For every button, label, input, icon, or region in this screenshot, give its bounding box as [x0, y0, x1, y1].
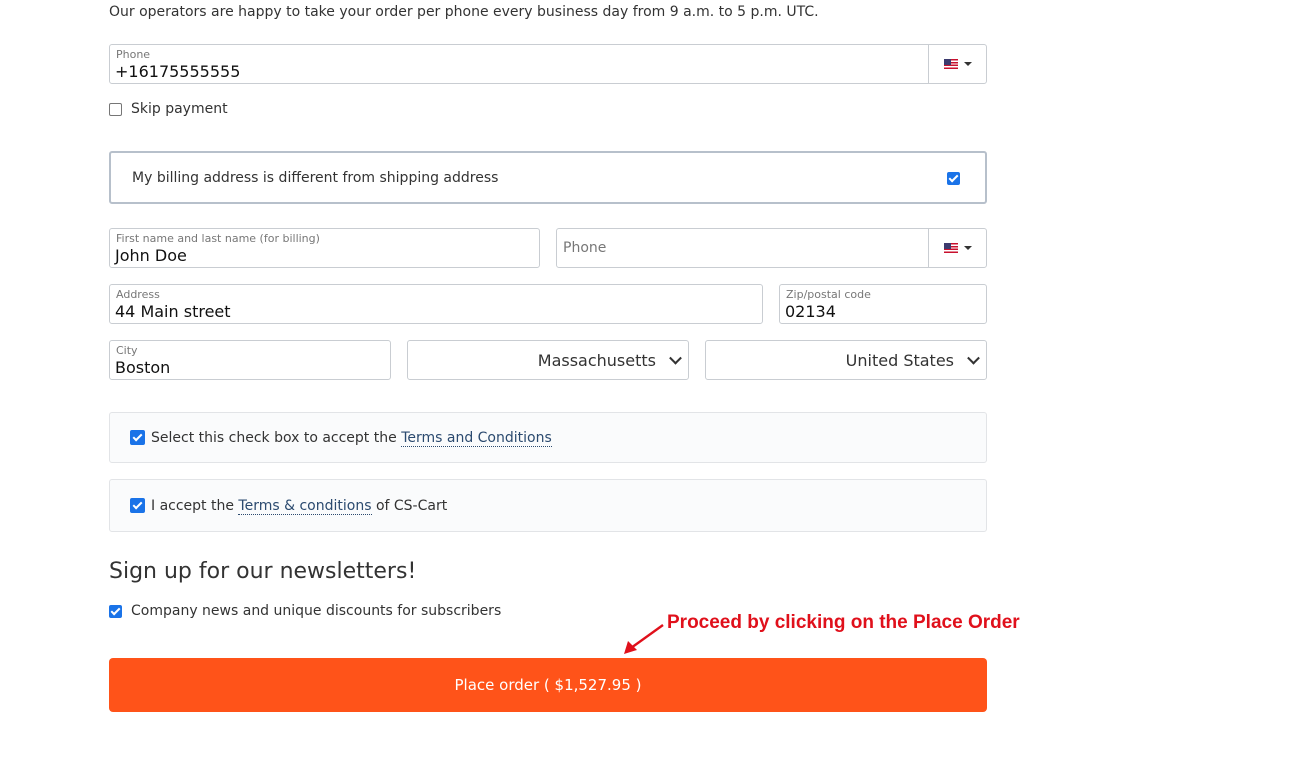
cscart-terms-link[interactable]: Terms & conditions	[238, 497, 372, 515]
chevron-down-icon	[967, 351, 980, 365]
billing-zip-label: Zip/postal code	[786, 288, 871, 301]
billing-state-select[interactable]: Massachusetts	[407, 340, 689, 380]
cscart-terms-box: I accept the Terms & conditions of CS-Ca…	[109, 479, 987, 532]
terms-conditions-row: Select this check box to accept the Term…	[130, 413, 552, 462]
billing-different-box[interactable]: My billing address is different from shi…	[109, 151, 987, 204]
phone-field[interactable]: Phone +16175555555	[109, 44, 987, 84]
billing-phone-country-select[interactable]	[928, 229, 986, 267]
terms-conditions-link[interactable]: Terms and Conditions	[401, 429, 552, 447]
place-order-label: Place order ( $1,527.95 )	[454, 676, 642, 694]
phone-value: +16175555555	[115, 62, 241, 81]
newsletter-option-label: Company news and unique discounts for su…	[131, 603, 502, 619]
billing-address-value: 44 Main street	[115, 302, 231, 321]
terms-conditions-box: Select this check box to accept the Term…	[109, 412, 987, 463]
billing-country-select[interactable]: United States	[705, 340, 987, 380]
place-order-button[interactable]: Place order ( $1,527.95 )	[109, 658, 987, 712]
billing-zip-value: 02134	[785, 302, 836, 321]
billing-address-label: Address	[116, 288, 160, 301]
us-flag-icon	[943, 243, 958, 253]
annotation-arrow-icon	[624, 624, 664, 654]
billing-zip-field[interactable]: Zip/postal code 02134	[779, 284, 987, 324]
annotation-text: Proceed by clicking on the Place Order	[667, 612, 1020, 633]
caret-down-icon	[963, 246, 972, 250]
billing-city-label: City	[116, 344, 138, 357]
terms-conditions-checkbox[interactable]	[130, 430, 145, 445]
skip-payment-label: Skip payment	[131, 101, 228, 117]
newsletter-checkbox[interactable]	[109, 605, 122, 618]
billing-name-label: First name and last name (for billing)	[116, 232, 320, 245]
billing-city-value: Boston	[115, 358, 171, 377]
phone-label: Phone	[116, 48, 151, 61]
billing-name-value: John Doe	[115, 246, 187, 265]
billing-different-label: My billing address is different from shi…	[132, 169, 499, 186]
billing-city-field[interactable]: City Boston	[109, 340, 391, 380]
billing-name-field[interactable]: First name and last name (for billing) J…	[109, 228, 540, 268]
billing-phone-placeholder: Phone	[563, 240, 607, 256]
cscart-terms-row: I accept the Terms & conditions of CS-Ca…	[130, 480, 447, 531]
billing-address-field[interactable]: Address 44 Main street	[109, 284, 763, 324]
terms-conditions-text: Select this check box to accept the Term…	[151, 429, 552, 447]
billing-phone-field[interactable]: Phone	[556, 228, 987, 268]
phone-order-info: Our operators are happy to take your ord…	[109, 4, 819, 20]
billing-country-value: United States	[845, 350, 954, 370]
newsletter-title: Sign up for our newsletters!	[109, 559, 417, 584]
skip-payment-checkbox[interactable]	[109, 103, 122, 116]
cscart-terms-text: I accept the Terms & conditions of CS-Ca…	[151, 497, 448, 515]
caret-down-icon	[963, 62, 972, 66]
phone-country-select[interactable]	[928, 45, 986, 83]
cscart-terms-checkbox[interactable]	[130, 498, 145, 513]
billing-different-checkbox[interactable]	[947, 172, 960, 185]
us-flag-icon	[943, 59, 958, 69]
billing-state-value: Massachusetts	[537, 350, 656, 370]
chevron-down-icon	[669, 351, 682, 365]
